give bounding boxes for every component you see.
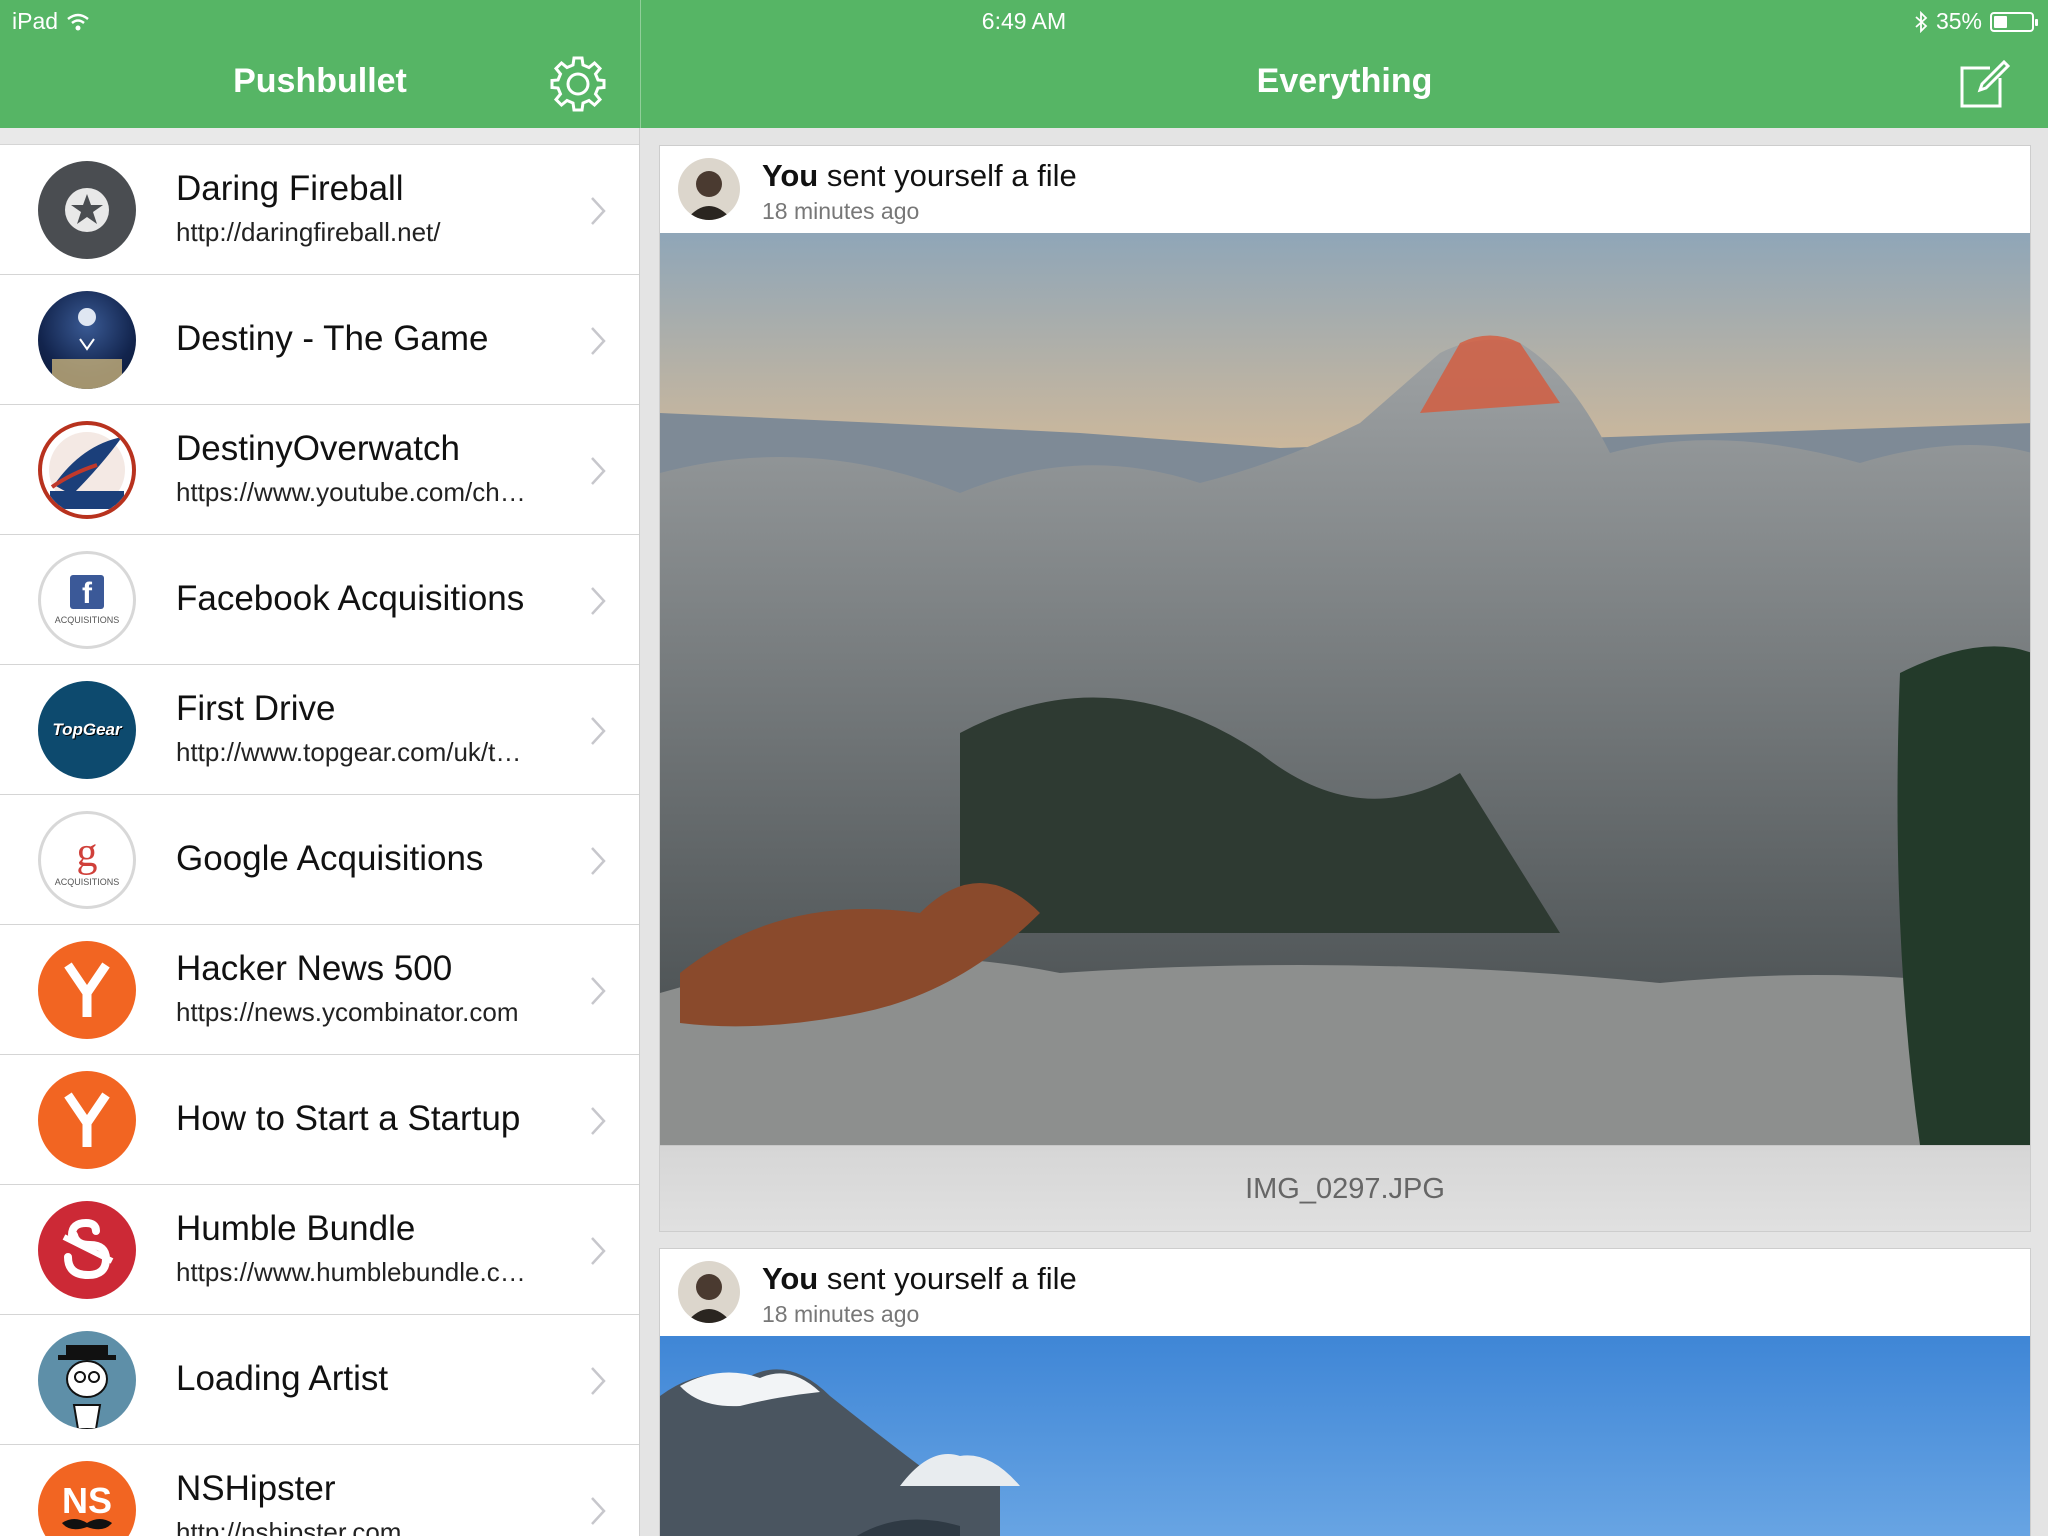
item-title: Hacker News 500 — [176, 949, 453, 988]
push-card-header: You sent yourself a file 18 minutes ago — [660, 1249, 2030, 1336]
item-title: Destiny - The Game — [176, 319, 489, 358]
star-icon — [38, 161, 136, 259]
chevron-right-icon — [591, 977, 606, 1005]
loading-artist-icon — [38, 1331, 136, 1429]
acquisitions-label: ACQUISITIONS — [54, 615, 120, 625]
subscription-list: Daring Fireball http://daringfireball.ne… — [0, 144, 639, 1536]
compose-icon[interactable] — [1956, 56, 2012, 112]
chevron-right-icon — [591, 1237, 606, 1265]
item-url: https://news.ycombinator.com — [176, 997, 519, 1027]
chevron-right-icon — [591, 717, 606, 745]
list-item[interactable]: f ACQUISITIONS Facebook Acquisitions — [0, 534, 639, 664]
file-name[interactable]: IMG_0297.JPG — [660, 1145, 2030, 1231]
item-title: DestinyOverwatch — [176, 429, 460, 468]
status-right: 35% — [1914, 8, 2038, 35]
push-sender: You — [762, 158, 819, 193]
item-title: NSHipster — [176, 1469, 336, 1508]
list-item[interactable]: Daring Fireball http://daringfireball.ne… — [0, 144, 639, 274]
sidebar: Daring Fireball http://daringfireball.ne… — [0, 128, 640, 1536]
google-acquisitions-icon: g ACQUISITIONS — [38, 811, 136, 909]
ycombinator-icon — [38, 1071, 136, 1169]
item-title: Loading Artist — [176, 1359, 389, 1398]
chevron-right-icon — [591, 457, 606, 485]
push-time: 18 minutes ago — [762, 1301, 920, 1327]
topgear-icon: TopGear — [38, 681, 136, 779]
list-item[interactable]: How to Start a Startup — [0, 1054, 639, 1184]
sidebar-title: Pushbullet — [233, 62, 407, 100]
push-action: sent yourself a file — [826, 158, 1077, 193]
chevron-right-icon — [591, 1107, 606, 1135]
photo-half-dome[interactable] — [660, 233, 2030, 1145]
list-item[interactable]: g ACQUISITIONS Google Acquisitions — [0, 794, 639, 924]
nshipster-icon: NS — [38, 1461, 136, 1536]
item-title: Facebook Acquisitions — [176, 579, 525, 618]
item-title: Google Acquisitions — [176, 839, 484, 878]
item-title: Daring Fireball — [176, 169, 404, 208]
list-item[interactable]: Loading Artist — [0, 1314, 639, 1444]
avatar — [678, 158, 740, 220]
battery-percent: 35% — [1935, 8, 1982, 34]
chevron-right-icon — [591, 197, 606, 225]
item-title: How to Start a Startup — [176, 1099, 521, 1138]
list-item[interactable]: NS NSHipster http://nshipster.com — [0, 1444, 639, 1536]
chevron-right-icon — [591, 1497, 606, 1525]
push-card[interactable]: You sent yourself a file 18 minutes ago — [659, 145, 2031, 1232]
status-time: 6:49 AM — [981, 8, 1067, 34]
item-url: http://daringfireball.net/ — [176, 217, 441, 247]
acquisitions-label: ACQUISITIONS — [54, 877, 120, 887]
destiny-overwatch-icon — [38, 421, 136, 519]
item-url: http://www.topgear.com/uk/t… — [176, 737, 522, 767]
push-time: 18 minutes ago — [762, 198, 920, 224]
item-title: Humble Bundle — [176, 1209, 416, 1248]
ycombinator-icon — [38, 941, 136, 1039]
facebook-acquisitions-icon: f ACQUISITIONS — [38, 551, 136, 649]
push-card-header: You sent yourself a file 18 minutes ago — [660, 146, 2030, 233]
item-url: http://nshipster.com — [176, 1517, 402, 1536]
push-sender: You — [762, 1261, 819, 1296]
topgear-label: TopGear — [52, 720, 122, 739]
push-action: sent yourself a file — [826, 1261, 1077, 1296]
avatar — [678, 1261, 740, 1323]
push-message: You sent yourself a file — [762, 1261, 1077, 1297]
list-item[interactable]: Destiny - The Game — [0, 274, 639, 404]
item-url: https://www.youtube.com/ch… — [176, 477, 526, 507]
photo-mountain-lake[interactable] — [660, 1336, 2030, 1536]
push-card[interactable]: You sent yourself a file 18 minutes ago — [659, 1248, 2031, 1536]
chevron-right-icon — [591, 587, 606, 615]
chevron-right-icon — [591, 327, 606, 355]
feed: You sent yourself a file 18 minutes ago — [641, 128, 2048, 1536]
bluetooth-icon — [1915, 10, 1928, 33]
humble-bundle-icon — [38, 1201, 136, 1299]
status-bar: iPad 6:49 AM 35% — [0, 0, 2048, 40]
list-item[interactable]: TopGear First Drive http://www.topgear.c… — [0, 664, 639, 794]
svg-text:NS: NS — [62, 1480, 112, 1521]
chevron-right-icon — [591, 1367, 606, 1395]
top-bar: iPad 6:49 AM 35% Pushbullet Everything — [0, 0, 2048, 128]
list-item[interactable]: Hacker News 500 https://news.ycombinator… — [0, 924, 639, 1054]
item-title: First Drive — [176, 689, 336, 728]
push-message: You sent yourself a file — [762, 158, 1077, 194]
item-url: https://www.humblebundle.c… — [176, 1257, 526, 1287]
chevron-right-icon — [591, 847, 606, 875]
settings-gear-icon[interactable] — [546, 52, 610, 116]
list-item[interactable]: Humble Bundle https://www.humblebundle.c… — [0, 1184, 639, 1314]
battery-icon — [1990, 11, 2038, 32]
feed-title: Everything — [1256, 62, 1433, 100]
list-item[interactable]: DestinyOverwatch https://www.youtube.com… — [0, 404, 639, 534]
destiny-logo-icon — [38, 291, 136, 389]
battery-fill — [1994, 15, 2007, 28]
